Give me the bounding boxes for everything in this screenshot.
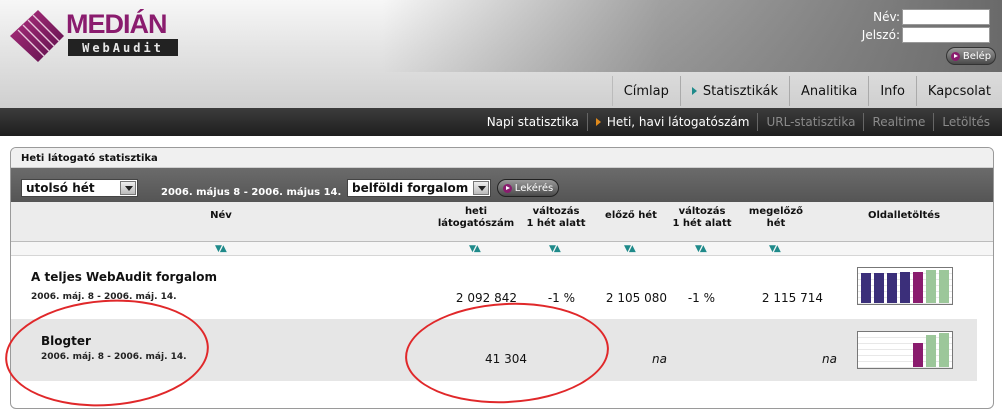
subnav-label: Realtime <box>872 115 926 129</box>
col-prev-week[interactable]: előző hét <box>596 210 666 222</box>
nav-item-analitika[interactable]: Analitika <box>789 76 868 106</box>
logo-text: MEDIÁN <box>66 8 167 39</box>
sub-nav: Napi statisztika Heti, havi látogatószám… <box>0 108 1002 136</box>
name-label: Név: <box>873 10 900 24</box>
subnav-label: Napi statisztika <box>486 115 579 129</box>
sort-row: ▼▲ ▼▲ ▼▲ ▼▲ ▼▲ ▼▲ <box>11 242 993 256</box>
sort-name-icon[interactable]: ▼▲ <box>215 244 227 254</box>
nav-item-statisztikak[interactable]: Statisztikák <box>679 76 789 106</box>
download-chart[interactable] <box>857 331 953 369</box>
name-input[interactable] <box>902 9 990 25</box>
row-change1: -1 % <box>547 291 575 305</box>
active-arrow-icon <box>595 118 601 126</box>
col-before[interactable]: megelőző hét <box>736 206 816 230</box>
nav-label: Info <box>880 83 905 99</box>
traffic-select-value: belföldi forgalom <box>352 181 469 195</box>
col-name[interactable]: Név <box>191 210 251 222</box>
nav-item-cimlap[interactable]: Címlap <box>611 76 680 106</box>
row-before: na <box>822 352 837 366</box>
row-prev-week: 2 105 080 <box>605 291 667 305</box>
col-weekly[interactable]: heti látogatószám <box>431 206 521 230</box>
col-change1[interactable]: változás 1 hét alatt <box>521 206 591 230</box>
median-logo[interactable]: MEDIÁN WebAudit <box>8 6 183 64</box>
chart-bar <box>900 272 910 303</box>
arrow-right-icon <box>502 183 512 193</box>
subnav-item-heti-havi[interactable]: Heti, havi látogatószám <box>586 113 758 131</box>
chart-bar <box>913 343 923 367</box>
sort-prev-week-icon[interactable]: ▼▲ <box>624 244 636 254</box>
subnav-item-realtime[interactable]: Realtime <box>863 113 933 131</box>
page: MEDIÁN WebAudit Név: Jelszó: Belép Címla… <box>0 0 1002 414</box>
active-arrow-icon <box>691 87 697 95</box>
download-chart[interactable] <box>857 267 953 305</box>
subnav-label: URL-statisztika <box>766 115 856 129</box>
row-name[interactable]: A teljes WebAudit forgalom <box>31 270 217 284</box>
chart-bar <box>861 273 871 303</box>
chart-bar <box>939 270 949 303</box>
main-nav: Címlap Statisztikák Analitika Info Kapcs… <box>611 76 1002 106</box>
subnav-label: Letöltés <box>942 115 990 129</box>
date-range: 2006. május 8 - 2006. május 14. <box>161 187 342 198</box>
panel-title: Heti látogató statisztika <box>11 148 993 168</box>
nav-item-info[interactable]: Info <box>868 76 916 106</box>
period-select[interactable]: utolsó hét <box>21 179 138 197</box>
chart-bar <box>887 273 897 303</box>
period-select-value: utolsó hét <box>26 181 95 195</box>
subnav-label: Heti, havi látogatószám <box>606 115 750 129</box>
nav-item-kapcsolat[interactable]: Kapcsolat <box>915 76 1002 106</box>
query-button[interactable]: Lekérés <box>497 179 559 197</box>
sort-weekly-icon[interactable]: ▼▲ <box>469 244 481 254</box>
login-button[interactable]: Belép <box>946 47 996 65</box>
query-button-label: Lekérés <box>514 182 554 194</box>
nav-label: Címlap <box>623 83 669 99</box>
chart-bar <box>874 273 884 303</box>
nav-label: Statisztikák <box>702 83 778 99</box>
col-change2[interactable]: változás 1 hét alatt <box>666 206 738 230</box>
col-download: Oldalletöltés <box>867 210 941 221</box>
password-label: Jelszó: <box>861 28 900 42</box>
login-button-label: Belép <box>962 50 992 62</box>
password-input[interactable] <box>902 27 990 43</box>
subnav-item-url[interactable]: URL-statisztika <box>757 113 863 131</box>
chevron-down-icon <box>473 181 489 195</box>
logo-mark <box>10 10 64 62</box>
sort-before-icon[interactable]: ▼▲ <box>769 244 781 254</box>
traffic-select[interactable]: belföldi forgalom <box>347 179 491 197</box>
sort-change1-icon[interactable]: ▼▲ <box>549 244 561 254</box>
table-header: Név heti látogatószám változás 1 hét alatt… <box>11 202 993 242</box>
row-change2: -1 % <box>687 291 715 305</box>
chart-bar <box>913 272 923 303</box>
chevron-down-icon <box>120 181 136 195</box>
row-before: 2 115 714 <box>761 291 823 305</box>
sort-change2-icon[interactable]: ▼▲ <box>695 244 707 254</box>
chart-bar <box>926 335 936 367</box>
arrow-right-icon <box>950 51 960 61</box>
header: MEDIÁN WebAudit Név: Jelszó: Belép Címla… <box>0 0 1002 108</box>
nav-label: Analitika <box>801 83 858 99</box>
chart-bar <box>939 333 949 367</box>
subnav-item-napi[interactable]: Napi statisztika <box>479 113 587 131</box>
nav-label: Kapcsolat <box>927 83 991 99</box>
chart-bar <box>926 270 936 303</box>
subnav-item-letoltes[interactable]: Letöltés <box>933 113 998 131</box>
logo-subtext: WebAudit <box>82 41 164 55</box>
